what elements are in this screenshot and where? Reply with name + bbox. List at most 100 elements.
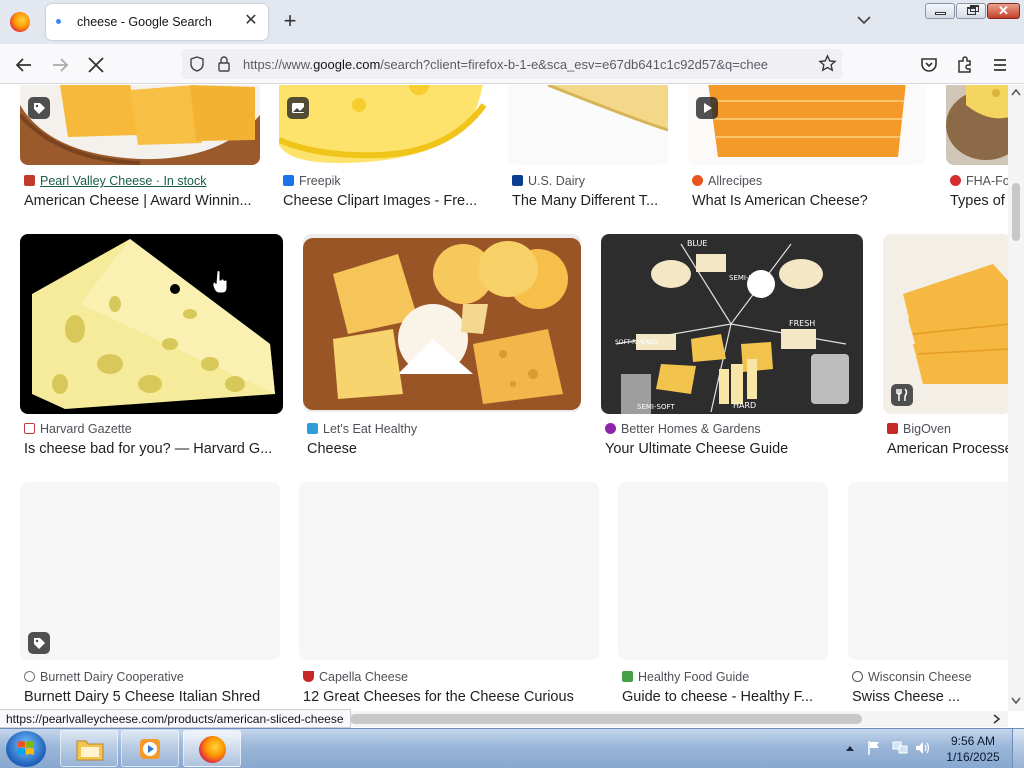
- result-title[interactable]: Swiss Cheese ...: [852, 689, 1008, 705]
- result-source[interactable]: U.S. Dairy: [512, 174, 672, 188]
- volume-icon[interactable]: [914, 740, 932, 756]
- result-source[interactable]: Freepik: [283, 174, 489, 188]
- result-source[interactable]: BigOven: [887, 422, 1008, 436]
- scroll-up-arrow-icon[interactable]: [1011, 88, 1021, 96]
- result-image-swiss-cheese-wedge[interactable]: [20, 234, 283, 414]
- url-host: google.com: [313, 57, 381, 72]
- result-title[interactable]: American Processe: [887, 441, 1008, 457]
- result-source[interactable]: FHA-Fo: [950, 174, 1008, 188]
- result-title[interactable]: Guide to cheese - Healthy F...: [622, 689, 828, 705]
- close-window-button[interactable]: ✕: [987, 3, 1020, 19]
- pocket-icon[interactable]: [918, 54, 940, 76]
- scroll-down-arrow-icon[interactable]: [1011, 697, 1021, 705]
- result-source[interactable]: Allrecipes: [692, 174, 926, 188]
- source-label: Pearl Valley Cheese · In stock: [40, 174, 207, 188]
- source-label: U.S. Dairy: [528, 174, 585, 188]
- hamburger-menu-icon[interactable]: [989, 54, 1011, 76]
- back-arrow-icon[interactable]: [13, 54, 35, 76]
- result-source[interactable]: Burnett Dairy Cooperative: [24, 670, 280, 684]
- show-desktop-button[interactable]: [1012, 729, 1024, 768]
- result-source[interactable]: Better Homes & Gardens: [605, 422, 863, 436]
- source-label: Better Homes & Gardens: [621, 422, 761, 436]
- source-favicon-icon: [887, 423, 898, 434]
- extensions-puzzle-icon[interactable]: [954, 54, 976, 76]
- board-label-hard: HARD: [733, 401, 756, 410]
- firefox-taskbar-button[interactable]: [183, 730, 241, 767]
- result-source[interactable]: Wisconsin Cheese: [852, 670, 1008, 684]
- result-image-cheese-clipart[interactable]: [279, 85, 489, 165]
- result-title[interactable]: Cheese: [307, 441, 581, 457]
- tracking-protection-shield-icon[interactable]: [188, 55, 206, 73]
- result-title[interactable]: Burnett Dairy 5 Cheese Italian Shred: [24, 689, 280, 705]
- result-title[interactable]: Is cheese bad for you? — Harvard G...: [24, 441, 283, 457]
- tab-bar: cheese - Google Search ✕ + ✕: [0, 0, 1024, 44]
- result-source[interactable]: Healthy Food Guide: [622, 670, 828, 684]
- source-favicon-icon: [24, 175, 35, 186]
- folder-icon: [76, 740, 104, 761]
- source-label: Freepik: [299, 174, 341, 188]
- result-image-placeholder[interactable]: [299, 482, 599, 660]
- result-image-fha[interactable]: [946, 85, 1008, 165]
- source-favicon-icon: [283, 175, 294, 186]
- result-title[interactable]: Your Ultimate Cheese Guide: [605, 441, 863, 457]
- minimize-button[interactable]: [925, 3, 955, 19]
- bookmark-star-icon[interactable]: [818, 54, 837, 73]
- link-status-bar: https://pearlvalleycheese.com/products/a…: [0, 709, 351, 728]
- source-favicon-icon: [24, 423, 35, 434]
- network-icon[interactable]: [891, 740, 909, 756]
- tag-icon: [28, 632, 50, 654]
- start-button[interactable]: [6, 731, 46, 767]
- vertical-scrollbar-thumb[interactable]: [1012, 183, 1020, 241]
- result-title[interactable]: Cheese Clipart Images - Fre...: [283, 193, 489, 209]
- result-title[interactable]: American Cheese | Award Winnin...: [24, 193, 260, 209]
- close-tab-icon[interactable]: ✕: [242, 12, 260, 30]
- result-image-placeholder[interactable]: [848, 482, 1008, 660]
- firefox-menu-icon[interactable]: [10, 12, 30, 32]
- url-text[interactable]: https://www.google.com/search?client=fir…: [243, 57, 808, 72]
- result-source[interactable]: Let's Eat Healthy: [307, 422, 581, 436]
- source-favicon-icon: [950, 175, 961, 186]
- media-player-taskbar-button[interactable]: [121, 730, 179, 767]
- horizontal-scrollbar-thumb[interactable]: [350, 714, 862, 724]
- source-favicon-icon: [852, 671, 863, 682]
- tab-title: cheese - Google Search: [77, 15, 212, 29]
- result-title[interactable]: 12 Great Cheeses for the Cheese Curious: [303, 689, 599, 705]
- list-all-tabs-icon[interactable]: [856, 12, 872, 28]
- result-title[interactable]: What Is American Cheese?: [692, 193, 926, 209]
- url-prefix: https://www.: [243, 57, 314, 72]
- show-hidden-icons-arrow-icon[interactable]: [845, 744, 855, 752]
- result-image-us-dairy[interactable]: [508, 85, 668, 165]
- stop-loading-icon[interactable]: [85, 54, 107, 76]
- file-explorer-taskbar-button[interactable]: [60, 730, 118, 767]
- source-label: Let's Eat Healthy: [323, 422, 418, 436]
- tab-active[interactable]: cheese - Google Search ✕: [46, 4, 268, 40]
- result-title[interactable]: Types of: [950, 193, 1008, 209]
- vertical-scrollbar[interactable]: [1008, 85, 1024, 711]
- firefox-icon: [199, 736, 226, 763]
- restore-button[interactable]: [956, 3, 986, 19]
- forward-arrow-icon[interactable]: [49, 54, 71, 76]
- lock-icon[interactable]: [216, 55, 232, 73]
- source-favicon-icon: [692, 175, 703, 186]
- result-image-allrecipes[interactable]: [688, 85, 926, 165]
- result-image-placeholder[interactable]: [20, 482, 280, 660]
- play-icon: [696, 97, 718, 119]
- result-image-american-processed[interactable]: [883, 234, 1008, 414]
- hand-cursor-icon: [212, 271, 228, 294]
- system-clock[interactable]: 9:56 AM 1/16/2025: [938, 733, 1008, 765]
- result-source[interactable]: Harvard Gazette: [24, 422, 283, 436]
- source-label: Healthy Food Guide: [638, 670, 750, 684]
- result-image-cheese-guide-board[interactable]: BLUE SEMI-HARD SOFT-RIPENED FRESH SEMI-SOFT H…: [601, 234, 863, 414]
- image-results-grid: Pearl Valley Cheese · In stock American …: [0, 85, 1008, 711]
- new-tab-button[interactable]: +: [280, 10, 300, 32]
- result-title[interactable]: The Many Different T...: [512, 193, 672, 209]
- result-image-placeholder[interactable]: [618, 482, 828, 660]
- scroll-right-arrow-icon[interactable]: [993, 714, 1001, 724]
- result-image-cheese-board[interactable]: [303, 234, 581, 412]
- screen: cheese - Google Search ✕ + ✕ https://www…: [0, 0, 1024, 768]
- result-image-american-cheese[interactable]: [20, 85, 260, 165]
- action-center-flag-icon[interactable]: [866, 740, 882, 756]
- result-source[interactable]: Capella Cheese: [303, 670, 599, 684]
- url-bar[interactable]: https://www.google.com/search?client=fir…: [182, 49, 842, 79]
- result-source[interactable]: Pearl Valley Cheese · In stock: [24, 174, 260, 188]
